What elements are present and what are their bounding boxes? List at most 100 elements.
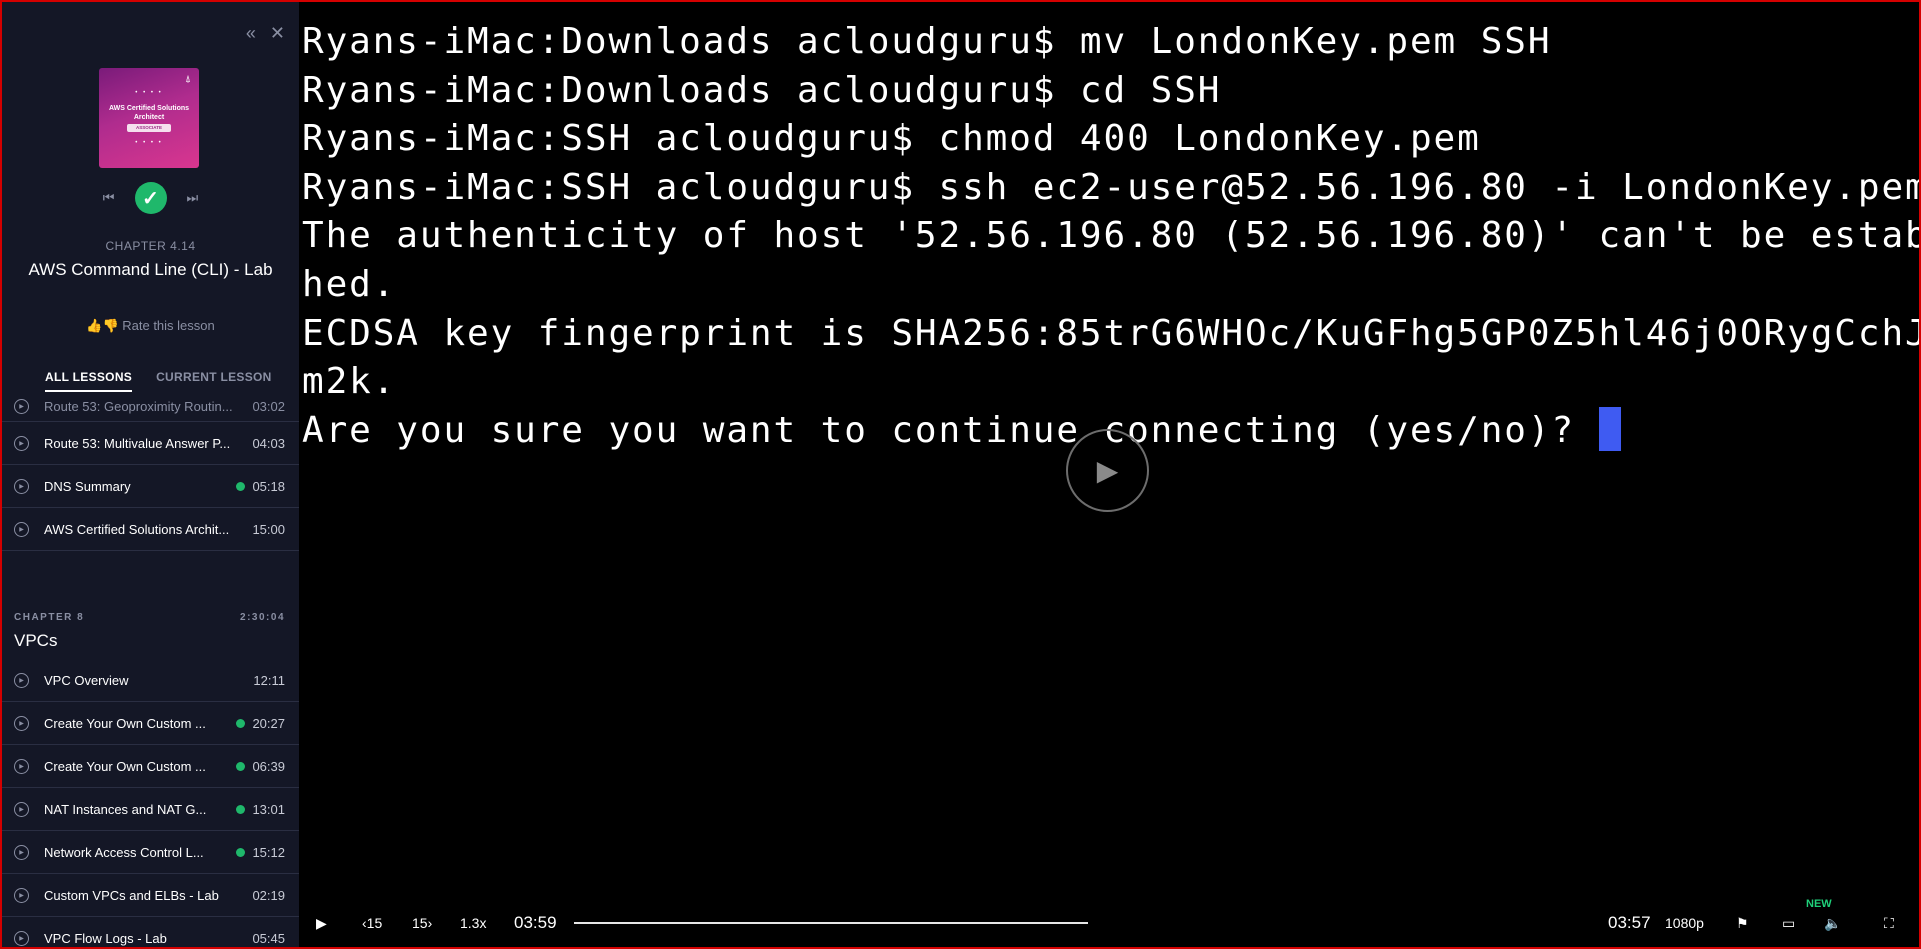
lesson-duration: 05:45 [252, 930, 285, 946]
terminal-line: Ryans-iMac:Downloads acloudguru$ cd SSH [302, 69, 1222, 111]
terminal-line: The authenticity of host '52.56.196.80 (… [302, 215, 1921, 257]
cover-badge: ASSOCIATE [127, 124, 171, 132]
brand-logo-icon: ⍋ [185, 74, 191, 85]
previous-lesson-icon[interactable]: ⏮ [103, 190, 115, 206]
volume-icon[interactable]: 🔈 [1824, 905, 1841, 941]
lesson-name: Create Your Own Custom ... [44, 715, 206, 731]
tab-current-lesson[interactable]: CURRENT LESSON [156, 370, 272, 392]
forward-button[interactable]: 15› [412, 905, 432, 941]
play-circle-icon: ▶ [14, 930, 29, 946]
forward-icon: › [427, 915, 433, 931]
lesson-duration: 06:39 [252, 758, 285, 774]
play-circle-icon: ▶ [14, 758, 29, 774]
lesson-list: ▶ Route 53: Geoproximity Routin... 03:02 ▶ R… [2, 392, 299, 551]
lesson-tabs: ALL LESSONS CURRENT LESSON [45, 370, 272, 392]
lesson-duration: 15:00 [252, 521, 285, 537]
thumbs-down-icon[interactable]: 👎 [102, 318, 118, 333]
lesson-duration: 12:11 [253, 672, 285, 688]
lesson-duration: 20:27 [252, 715, 285, 731]
rate-lesson[interactable]: 👍👎 Rate this lesson [2, 318, 299, 334]
terminal-line: ECDSA key fingerprint is SHA256:85trG6WH… [302, 312, 1921, 354]
tab-all-lessons[interactable]: ALL LESSONS [45, 370, 133, 392]
terminal-lines: Ryans-iMac:Downloads acloudguru$ mv Lond… [302, 18, 1921, 407]
flag-icon[interactable]: ⚑ [1736, 905, 1749, 941]
checkmark-icon: ✓ [142, 187, 159, 210]
video-controls: ▶ ‹15 15› 1.3x 03:59 03:57 1080p ⚑ NEW ▭… [302, 898, 1919, 941]
playback-speed[interactable]: 1.3x [460, 905, 486, 941]
lesson-duration: 04:03 [252, 435, 285, 451]
thumbs-up-icon[interactable]: 👍 [86, 318, 102, 333]
lesson-name: Custom VPCs and ELBs - Lab [44, 887, 219, 903]
terminal-line: Ryans-iMac:SSH acloudguru$ ssh ec2-user@… [302, 166, 1921, 208]
terminal-prompt-text: Are you sure you want to continue connec… [302, 409, 1599, 451]
completed-indicator [236, 847, 245, 857]
lesson-name: DNS Summary [44, 478, 131, 494]
progress-bar[interactable] [574, 922, 1088, 924]
lesson-row[interactable]: ▶ VPC Flow Logs - Lab 05:45 [2, 917, 299, 947]
collapse-sidebar-icon[interactable]: « [246, 24, 256, 42]
play-circle-icon: ▶ [14, 478, 29, 494]
lesson-name: Route 53: Multivalue Answer P... [44, 435, 231, 451]
mark-complete-button[interactable]: ✓ [134, 182, 167, 214]
play-icon[interactable]: ▶ [316, 905, 327, 941]
rate-lesson-label: Rate this lesson [122, 318, 215, 333]
play-circle-icon: ▶ [14, 672, 29, 688]
lesson-duration: 05:18 [252, 478, 285, 494]
fullscreen-icon[interactable]: ⛶ [1884, 905, 1894, 941]
completed-indicator [236, 804, 245, 814]
completed-indicator [236, 481, 245, 491]
chapter-label: CHAPTER 4.14 [105, 239, 196, 253]
play-circle-icon: ▶ [14, 399, 29, 414]
play-circle-icon: ▶ [14, 715, 29, 731]
lesson-row[interactable]: ▶ Network Access Control L... 15:12 [2, 831, 299, 874]
terminal-line: hed. [302, 263, 397, 305]
lesson-name: Create Your Own Custom ... [44, 758, 206, 774]
play-circle-icon: ▶ [14, 435, 29, 451]
lesson-name: Network Access Control L... [44, 844, 204, 860]
lesson-duration: 15:12 [252, 844, 285, 860]
lesson-row[interactable]: ▶ VPC Overview 12:11 [2, 659, 299, 702]
lesson-row[interactable]: ▶ Create Your Own Custom ... 20:27 [2, 702, 299, 745]
lesson-row[interactable]: ▶ Route 53: Geoproximity Routin... 03:02 [2, 392, 299, 422]
sidebar-top-icons: « ✕ [246, 24, 285, 42]
chapter-8-duration: 2:30:04 [240, 612, 285, 623]
terminal-line: Ryans-iMac:SSH acloudguru$ chmod 400 Lon… [302, 118, 1481, 160]
play-circle-icon: ▶ [14, 887, 29, 903]
chapter-8-label: CHAPTER 8 [14, 612, 85, 623]
center-play-button[interactable]: ▶ [1066, 429, 1149, 512]
lesson-title: AWS Command Line (CLI) - Lab [28, 260, 273, 279]
play-icon: ▶ [1096, 455, 1119, 486]
elapsed-time: 03:59 [514, 913, 557, 932]
course-sidebar: « ✕ ⍋ • • • • AWS Certified Solutions Ar… [2, 2, 299, 947]
next-lesson-icon[interactable]: ⏭ [187, 190, 199, 206]
completed-indicator [236, 718, 245, 728]
lesson-row[interactable]: ▶ Route 53: Multivalue Answer P... 04:03 [2, 422, 299, 465]
quality-selector[interactable]: 1080p [1665, 905, 1704, 941]
terminal-line: Ryans-iMac:Downloads acloudguru$ mv Lond… [302, 21, 1552, 62]
remaining-time: 03:57 [1608, 913, 1651, 932]
lesson-row[interactable]: ▶ Custom VPCs and ELBs - Lab 02:19 [2, 874, 299, 917]
course-cover-image: ⍋ • • • • AWS Certified Solutions Archit… [99, 68, 199, 168]
cover-title: AWS Certified Solutions Architect [108, 105, 190, 121]
rewind-button[interactable]: ‹15 [362, 905, 382, 941]
captions-icon[interactable]: ▭ [1782, 905, 1795, 941]
lesson-name: NAT Instances and NAT G... [44, 801, 207, 817]
lesson-name: VPC Overview [44, 672, 129, 688]
lesson-name: Route 53: Geoproximity Routin... [44, 399, 233, 414]
lesson-duration: 02:19 [252, 887, 285, 903]
lesson-row[interactable]: ▶ Create Your Own Custom ... 06:39 [2, 745, 299, 788]
play-circle-icon: ▶ [14, 801, 29, 817]
close-icon[interactable]: ✕ [270, 24, 285, 42]
lesson-row[interactable]: ▶ AWS Certified Solutions Archit... 15:00 [2, 508, 299, 551]
play-circle-icon: ▶ [14, 844, 29, 860]
chapter-8-title: VPCs [14, 631, 58, 650]
lesson-duration: 03:02 [252, 399, 285, 414]
completed-indicator [236, 761, 245, 771]
lesson-name: VPC Flow Logs - Lab [44, 930, 167, 946]
lesson-row[interactable]: ▶ NAT Instances and NAT G... 13:01 [2, 788, 299, 831]
terminal-line: m2k. [302, 361, 397, 403]
lesson-row[interactable]: ▶ DNS Summary 05:18 [2, 465, 299, 508]
lesson-navigation: ⏮ ✓ ⏭ [2, 182, 299, 214]
play-circle-icon: ▶ [14, 521, 29, 537]
chapter-8-lesson-list: ▶ VPC Overview 12:11 ▶ Create Your Own Custo… [2, 659, 299, 947]
